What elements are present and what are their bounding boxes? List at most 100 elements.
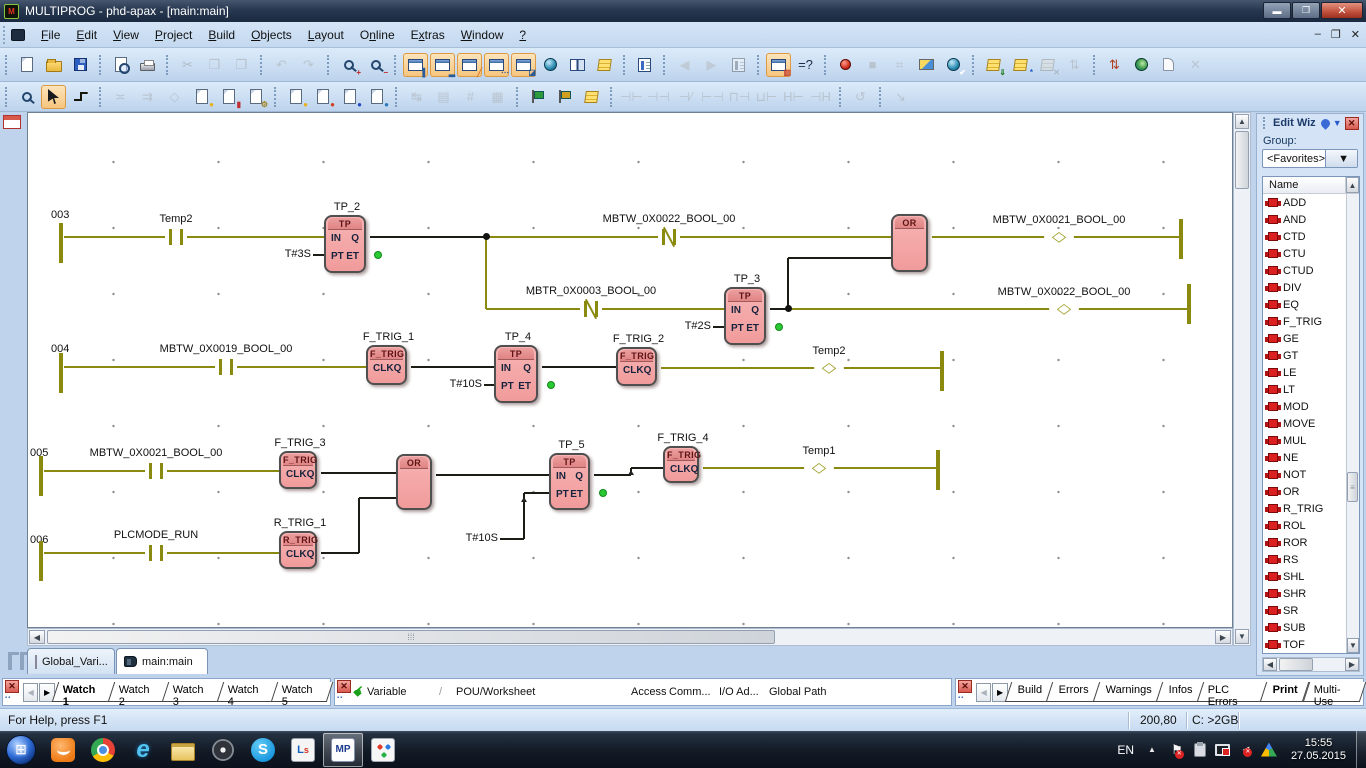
fb-list-item-sr[interactable]: SR xyxy=(1263,602,1345,619)
fb-list-item-ne[interactable]: NE xyxy=(1263,449,1345,466)
notes-button[interactable] xyxy=(592,53,617,77)
function-block-or[interactable]: OR xyxy=(891,214,928,272)
online-mode-button[interactable] xyxy=(1129,53,1154,77)
close-wizard-button[interactable]: ✕ xyxy=(1345,117,1359,130)
edit-wizard-header[interactable]: Edit Wiz ▼ ✕ xyxy=(1257,114,1363,132)
watch-tab-watch-4[interactable]: Watch 4 xyxy=(217,682,279,702)
fb-list-item-rs[interactable]: RS xyxy=(1263,551,1345,568)
fb-list-item-ge[interactable]: GE xyxy=(1263,330,1345,347)
menu-online[interactable]: Online xyxy=(352,25,403,45)
function-block-or[interactable]: OR xyxy=(396,454,432,510)
watch-tab-watch-1[interactable]: Watch 1 xyxy=(52,682,116,702)
message-tab-multi-use[interactable]: Multi-Use xyxy=(1302,682,1366,702)
fb-list-item-ctu[interactable]: CTU xyxy=(1263,245,1345,262)
fb-list-item-rol[interactable]: ROL xyxy=(1263,517,1345,534)
contact-mbtr_0x0003_bool_00[interactable] xyxy=(580,299,602,319)
maximize-button[interactable]: ❐ xyxy=(1292,2,1320,19)
coil-mbtw_0x0021_bool_00[interactable]: ◇ xyxy=(1044,229,1074,245)
start-button[interactable]: ⊞ xyxy=(6,735,36,765)
watch-window-toggle[interactable]: ◪ xyxy=(511,53,536,77)
fb-list-item-mul[interactable]: MUL xyxy=(1263,432,1345,449)
fb-list-item-r_trig[interactable]: R_TRIG xyxy=(1263,500,1345,517)
fb-list-item-sub[interactable]: SUB xyxy=(1263,619,1345,636)
menu-objects[interactable]: Objects xyxy=(243,25,300,45)
menu-file[interactable]: File xyxy=(33,25,68,45)
fb-list-item-ror[interactable]: ROR xyxy=(1263,534,1345,551)
fb-list-item-lt[interactable]: LT xyxy=(1263,381,1345,398)
taskbar-file-manager-app[interactable] xyxy=(163,733,203,767)
project-control-button[interactable]: ✔ xyxy=(941,53,966,77)
dropdown-arrow-icon[interactable]: ▼ xyxy=(1325,150,1357,167)
watch-tab-watch-2[interactable]: Watch 2 xyxy=(108,682,170,702)
canvas-vscrollbar[interactable]: ▲ ▼ xyxy=(1233,112,1251,646)
list-vscrollbar[interactable]: ≡ ▼ xyxy=(1346,194,1359,653)
message-tab-print[interactable]: Print xyxy=(1260,682,1310,702)
language-indicator[interactable]: EN xyxy=(1117,743,1134,757)
mdi-close-button[interactable]: ✕ xyxy=(1351,28,1360,41)
coil-temp2[interactable]: ◇ xyxy=(814,360,844,376)
add-contact-right-button[interactable]: ● xyxy=(283,85,308,109)
zoom-out-button[interactable]: − xyxy=(363,53,388,77)
fb-list-item-eq[interactable]: EQ xyxy=(1263,296,1345,313)
fb-list-item-mod[interactable]: MOD xyxy=(1263,398,1345,415)
download-button[interactable]: ⇅ xyxy=(1102,53,1127,77)
menu-?[interactable]: ? xyxy=(511,25,534,45)
watch-tab-watch-3[interactable]: Watch 3 xyxy=(162,682,224,702)
list-hscroll-thumb[interactable] xyxy=(1279,658,1313,671)
zoom-in-button[interactable]: + xyxy=(336,53,361,77)
ladder-canvas[interactable]: 003Temp2MBTW_0X0022_BOOL_00MBTR_0X0003_B… xyxy=(27,112,1233,628)
fb-list-item-tof[interactable]: TOF xyxy=(1263,636,1345,653)
pin-icon[interactable] xyxy=(1319,117,1332,130)
edit-wizard-toggle[interactable]: ╱ xyxy=(457,53,482,77)
close-message-panel-button[interactable]: ✕ xyxy=(958,680,972,693)
select-tool-button[interactable] xyxy=(41,85,66,109)
menu-edit[interactable]: Edit xyxy=(68,25,105,45)
patch-pou-button[interactable] xyxy=(1156,53,1181,77)
fb-list-item-gt[interactable]: GT xyxy=(1263,347,1345,364)
column-header-ioad[interactable]: I/O Ad... xyxy=(719,686,759,698)
goto-marker-button[interactable] xyxy=(552,85,577,109)
add-coil-below-button[interactable]: ● xyxy=(364,85,389,109)
save-button[interactable] xyxy=(68,53,93,77)
fb-list-item-shr[interactable]: SHR xyxy=(1263,585,1345,602)
fb-list-item-move[interactable]: MOVE xyxy=(1263,415,1345,432)
menu-layout[interactable]: Layout xyxy=(300,25,352,45)
display-tray-icon[interactable] xyxy=(1214,741,1232,759)
function-block-tp_2[interactable]: TPINQPTET xyxy=(324,215,366,273)
contact-mbtw_0x0019_bool_00[interactable] xyxy=(215,357,237,377)
taskbar-chrome-app[interactable] xyxy=(83,733,123,767)
fb-list-item-or[interactable]: OR xyxy=(1263,483,1345,500)
page-layout-button[interactable] xyxy=(914,53,939,77)
function-block-f_trig_1[interactable]: F_TRIGCLKQ xyxy=(366,345,407,385)
close-watch-panel-button[interactable]: ✕ xyxy=(5,680,19,693)
menu-window[interactable]: Window xyxy=(453,25,512,45)
message-window-toggle[interactable]: ▂ xyxy=(430,53,455,77)
minimize-button[interactable]: ▬ xyxy=(1263,2,1291,19)
debug-on-off-button[interactable] xyxy=(833,53,858,77)
taskbar-openoffice-app[interactable] xyxy=(43,733,83,767)
network-tool-button[interactable] xyxy=(68,85,93,109)
scroll-right-button[interactable]: ▶ xyxy=(1215,630,1231,644)
show-desktop-button[interactable] xyxy=(1356,731,1366,768)
contact-plcmode_run[interactable] xyxy=(145,543,167,563)
function-block-f_trig_3[interactable]: F_TRIGCLKQ xyxy=(279,451,317,489)
contact-mbtw_0x0022_bool_00[interactable] xyxy=(658,227,680,247)
message-tabs-left-button[interactable]: ◀ xyxy=(976,683,991,702)
clipboard-tray-icon[interactable] xyxy=(1191,741,1209,759)
hscroll-thumb[interactable] xyxy=(47,630,775,644)
close-variable-panel-button[interactable]: ✕ xyxy=(337,680,351,693)
taskbar-labview-app[interactable]: Ls xyxy=(283,733,323,767)
fb-list-item-le[interactable]: LE xyxy=(1263,364,1345,381)
list-vscroll-thumb[interactable]: ≡ xyxy=(1347,472,1358,502)
volume-muted-icon[interactable]: ◄ xyxy=(1237,741,1255,759)
fb-list-item-and[interactable]: AND xyxy=(1263,211,1345,228)
function-block-f_trig_2[interactable]: F_TRIGCLKQ xyxy=(616,347,657,386)
list-scroll-down-button[interactable]: ▼ xyxy=(1347,638,1359,653)
mdi-minimize-button[interactable]: – xyxy=(1315,28,1321,41)
list-scroll-up-button[interactable]: ▲ xyxy=(1346,177,1359,193)
menu-view[interactable]: View xyxy=(105,25,147,45)
scroll-down-button[interactable]: ▼ xyxy=(1235,629,1249,644)
function-block-f_trig_4[interactable]: F_TRIGCLKQ xyxy=(663,446,699,483)
vscroll-thumb[interactable] xyxy=(1235,131,1249,189)
fb-list-item-div[interactable]: DIV xyxy=(1263,279,1345,296)
